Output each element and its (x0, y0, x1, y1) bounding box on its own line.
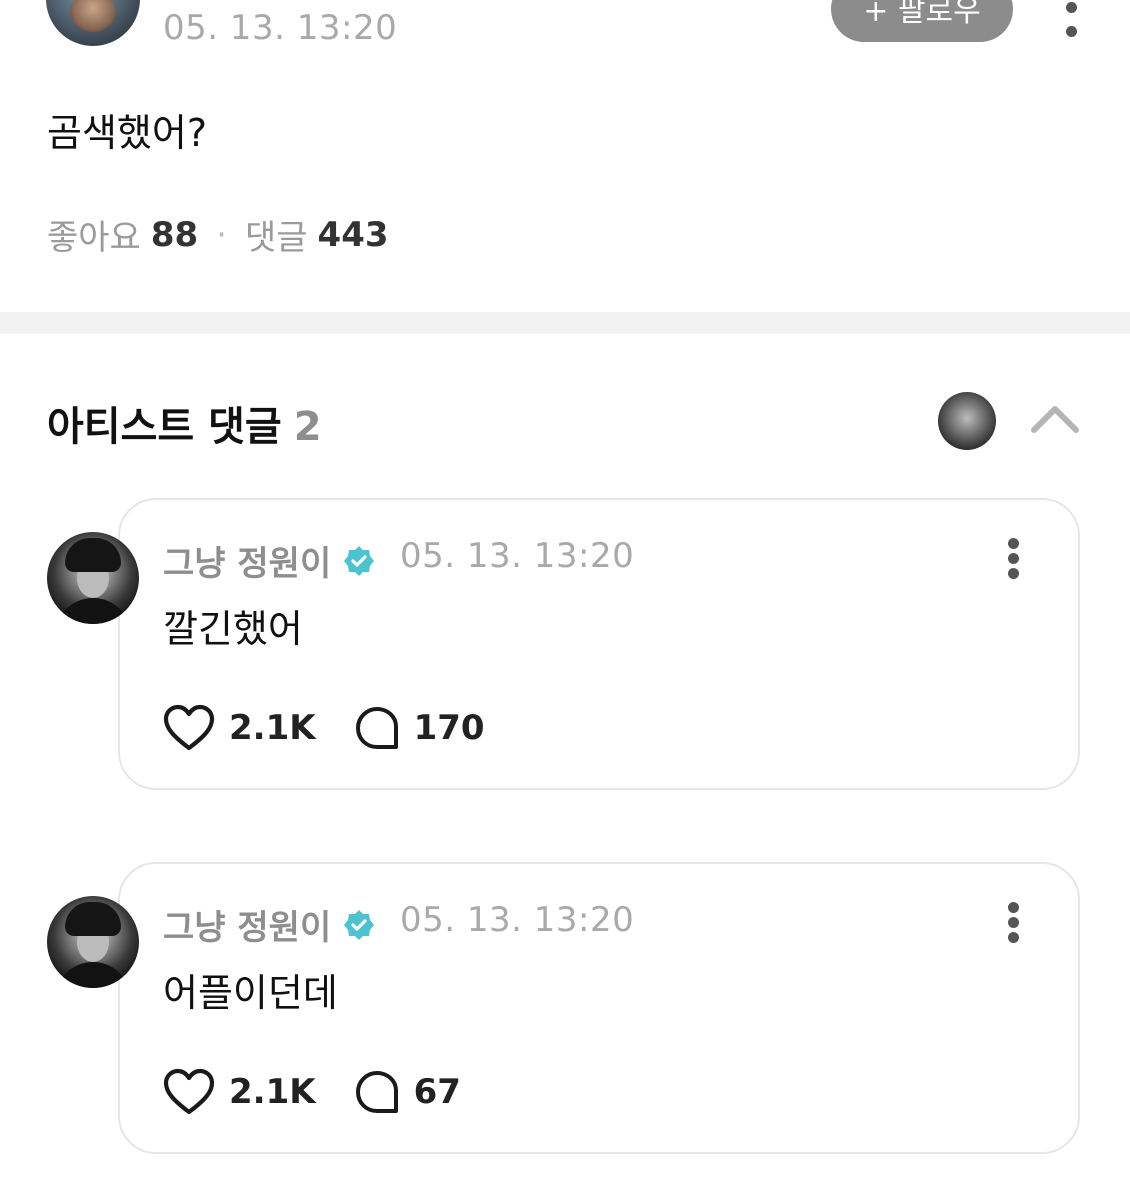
post-author-avatar[interactable] (46, 0, 140, 46)
reply-count: 170 (413, 708, 485, 748)
comment-timestamp: 05. 13. 13:20 (400, 900, 635, 940)
likes-count: 88 (150, 214, 199, 255)
comment-actions: 2.1K 67 (163, 1068, 461, 1116)
comments-count: 443 (317, 214, 389, 255)
post-body-text: 곰색했어? (47, 111, 208, 155)
artist-comments-count: 2 (293, 404, 322, 450)
chevron-up-icon[interactable] (1026, 398, 1084, 438)
comment-more-icon[interactable] (1002, 536, 1026, 580)
comment-bubble-icon[interactable] (354, 705, 400, 751)
post-timestamp: 05. 13. 13:20 (163, 8, 398, 48)
comment-more-icon[interactable] (1002, 900, 1026, 944)
follow-button[interactable]: + 팔로우 (831, 0, 1013, 42)
like-count: 2.1K (229, 708, 316, 748)
heart-icon[interactable] (163, 1068, 215, 1116)
comment-text: 어플이던데 (163, 971, 338, 1015)
stats-separator: · (216, 214, 227, 255)
post-stats: 좋아요 88 · 댓글 443 (47, 210, 389, 259)
comment-timestamp: 05. 13. 13:20 (400, 536, 635, 576)
comment-author[interactable]: 그냥 정원이 (163, 536, 375, 585)
verified-badge-icon (344, 545, 375, 576)
comment-actions: 2.1K 170 (163, 704, 485, 752)
comment-author-avatar[interactable] (47, 896, 139, 988)
heart-icon[interactable] (163, 704, 215, 752)
comments-label: 댓글 (244, 218, 308, 258)
comment-bubble-icon[interactable] (354, 1069, 400, 1115)
artist-comments-title: 아티스트 댓글 2 (47, 394, 322, 452)
comment-author[interactable]: 그냥 정원이 (163, 900, 375, 949)
comment-author-avatar[interactable] (47, 532, 139, 624)
reply-count: 67 (413, 1072, 461, 1112)
like-count: 2.1K (229, 1072, 316, 1112)
comment-author-name[interactable]: 그냥 정원이 (163, 900, 331, 949)
artist-avatar[interactable] (938, 392, 996, 450)
post-more-icon[interactable] (1060, 0, 1084, 40)
comment-text: 깔긴했어 (163, 607, 303, 651)
verified-badge-icon (344, 909, 375, 940)
section-divider (0, 312, 1130, 334)
comment-author-name[interactable]: 그냥 정원이 (163, 536, 331, 585)
artist-comments-label: 아티스트 댓글 (47, 404, 282, 450)
likes-label: 좋아요 (47, 218, 141, 258)
